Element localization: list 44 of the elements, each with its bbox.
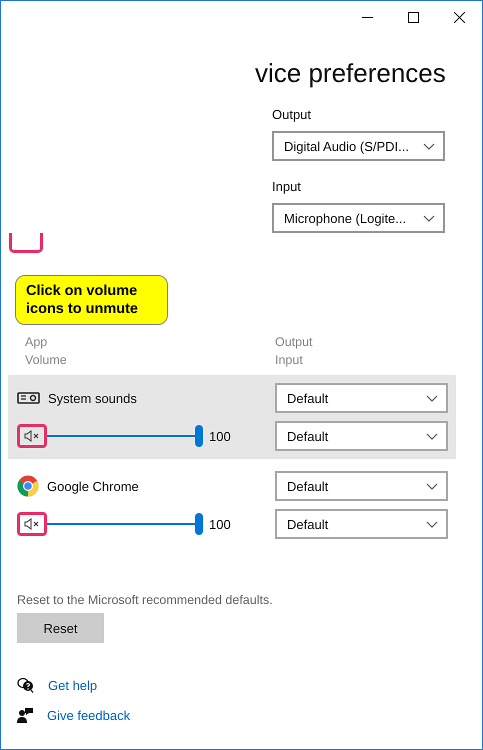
chrome-icon bbox=[17, 475, 39, 497]
app-name: Google Chrome bbox=[47, 478, 139, 494]
chevron-down-icon bbox=[423, 142, 435, 150]
app-row[interactable]: Google Chrome Default 100 Default bbox=[8, 463, 456, 547]
app-name: System sounds bbox=[48, 390, 137, 406]
help-link[interactable]: Give feedback bbox=[47, 708, 130, 722]
app-row[interactable]: System sounds Default 100 Default bbox=[8, 375, 456, 459]
reset-button[interactable]: Reset bbox=[17, 613, 104, 643]
volume-reading: 100 bbox=[209, 428, 231, 444]
chevron-down-icon bbox=[426, 520, 438, 528]
page-title: vice preferences bbox=[255, 57, 447, 89]
help-link[interactable]: Get help bbox=[48, 678, 98, 692]
column-heading: Input bbox=[275, 352, 304, 369]
volume-reading: 100 bbox=[209, 516, 231, 532]
chevron-down-icon bbox=[426, 432, 438, 440]
feedback-person-icon bbox=[17, 707, 33, 723]
device-dropdown[interactable]: Microphone (Logite... bbox=[272, 203, 445, 233]
minimize-icon bbox=[362, 16, 372, 18]
input-dropdown[interactable]: Default bbox=[275, 509, 448, 539]
column-heading: Output bbox=[275, 334, 314, 351]
output-dropdown[interactable]: Default bbox=[275, 471, 448, 501]
muted-speaker-icon bbox=[24, 518, 40, 530]
chevron-down-icon bbox=[423, 214, 435, 222]
callout-note: Click on volume icons to unmute bbox=[15, 275, 168, 325]
maximize-icon bbox=[408, 12, 418, 22]
output-dropdown[interactable]: Default bbox=[275, 383, 448, 413]
mute-button[interactable] bbox=[17, 512, 47, 536]
speaker-box-icon bbox=[17, 392, 40, 404]
help-chat-icon bbox=[17, 677, 34, 693]
reset-description: Reset to the Microsoft recommended defaults. bbox=[17, 593, 274, 607]
column-heading: App bbox=[25, 334, 48, 351]
muted-speaker-icon bbox=[24, 430, 40, 442]
close-icon bbox=[454, 12, 464, 22]
highlight-frame bbox=[9, 233, 43, 253]
chevron-down-icon bbox=[426, 394, 438, 402]
slider-thumb[interactable] bbox=[195, 513, 203, 535]
slider-thumb[interactable] bbox=[195, 425, 203, 447]
mute-button[interactable] bbox=[17, 424, 47, 448]
chevron-down-icon bbox=[426, 482, 438, 490]
column-heading: Volume bbox=[25, 352, 68, 369]
input-dropdown[interactable]: Default bbox=[275, 421, 448, 451]
device-dropdown[interactable]: Digital Audio (S/PDI... bbox=[272, 131, 445, 161]
field-label: Output bbox=[272, 107, 312, 123]
field-label: Input bbox=[272, 179, 302, 195]
